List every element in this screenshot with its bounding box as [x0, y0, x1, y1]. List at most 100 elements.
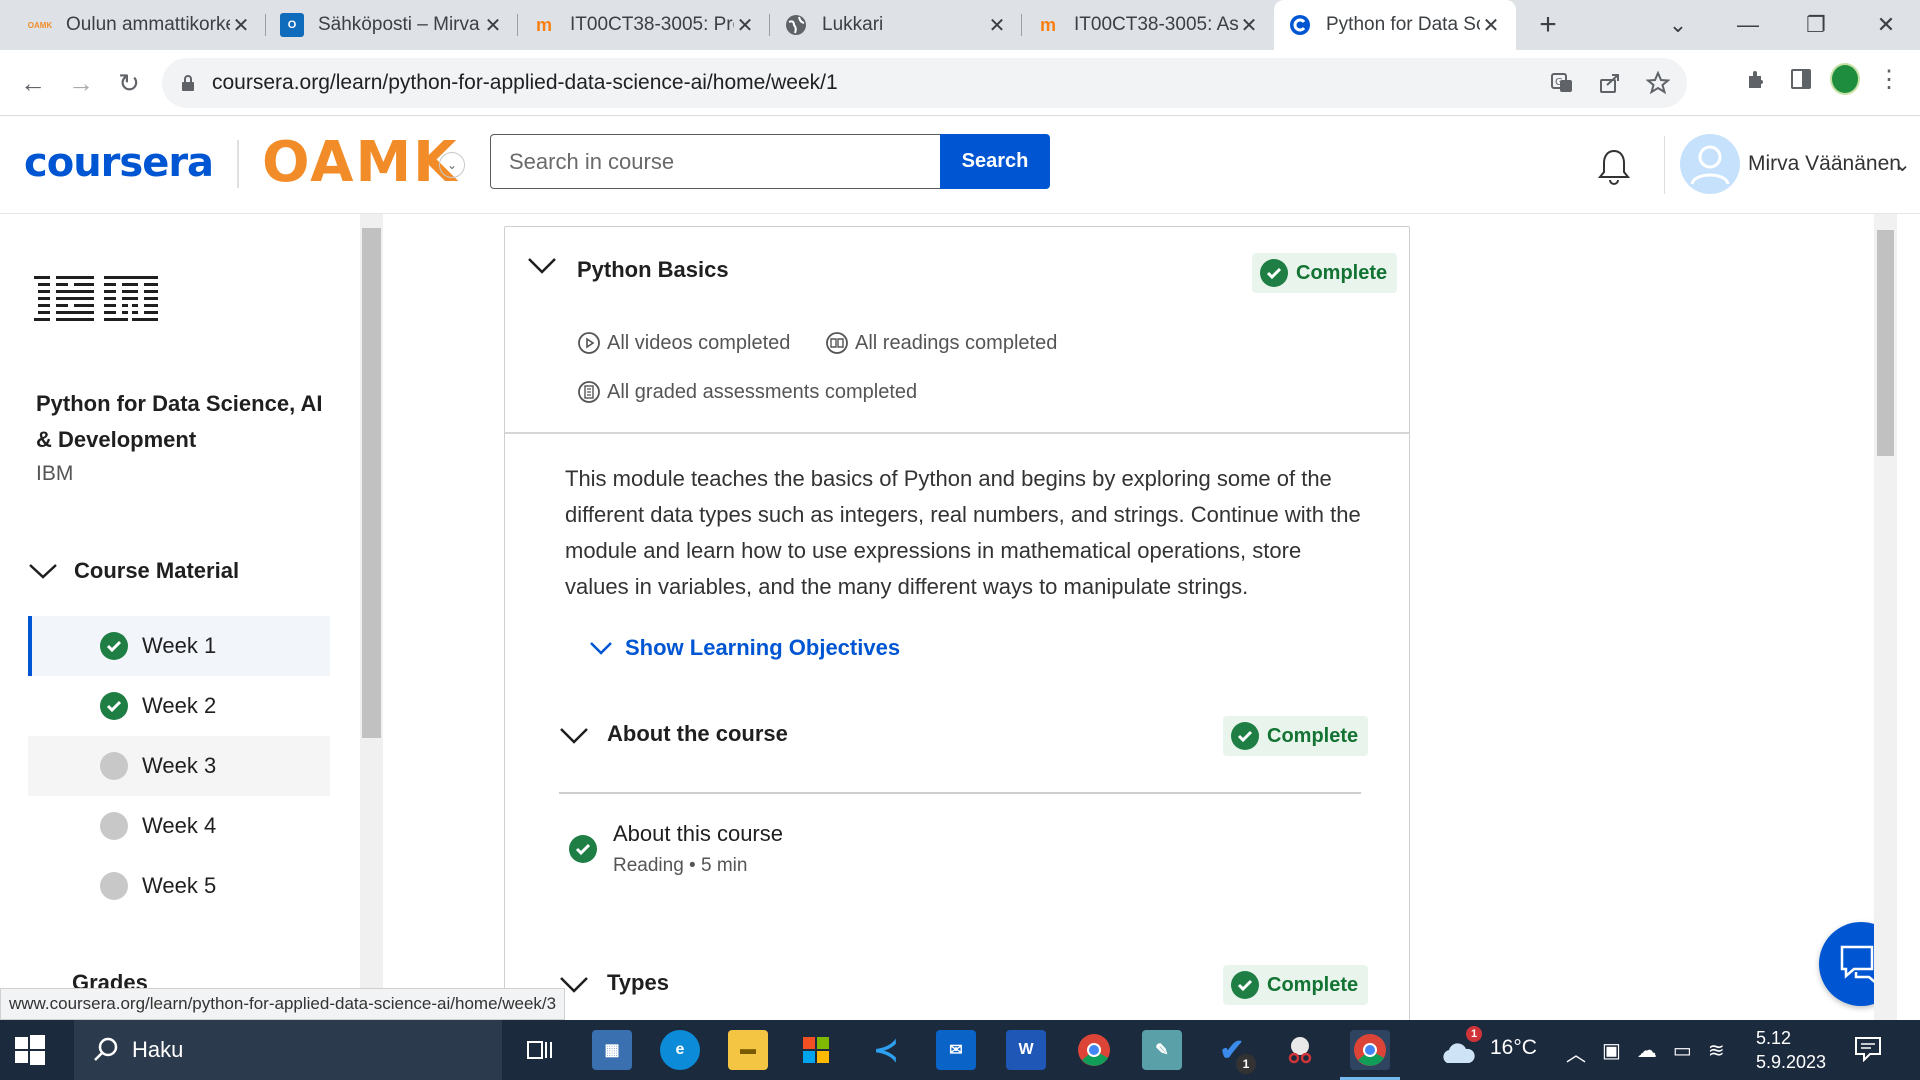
sidebar-scrollbar[interactable]: [360, 214, 383, 1020]
share-icon[interactable]: [1595, 68, 1625, 98]
translate-icon[interactable]: G: [1547, 68, 1577, 98]
course-title[interactable]: Python for Data Science, AI & Developmen…: [36, 386, 326, 458]
windows-start-icon[interactable]: [14, 1034, 46, 1066]
status-label: Complete: [1267, 724, 1359, 747]
battery-icon[interactable]: ▭: [1673, 1038, 1692, 1067]
tab-title: Python for Data Sci: [1326, 14, 1480, 35]
browser-tab[interactable]: m IT00CT38-3005: Ass ✕: [1022, 0, 1274, 50]
temperature-label[interactable]: 16°C: [1490, 1036, 1537, 1060]
notepad-icon[interactable]: ✎: [1142, 1030, 1182, 1070]
tab-title: Lukkari: [822, 14, 884, 35]
chevron-down-icon[interactable]: ⌄: [1894, 152, 1911, 177]
sidebar-item-week-3[interactable]: Week 3: [28, 736, 330, 796]
onedrive-icon[interactable]: ☁: [1637, 1038, 1657, 1067]
chevron-down-icon: [560, 728, 588, 744]
microsoft-store-icon[interactable]: [796, 1030, 836, 1070]
mail-icon[interactable]: ✉: [936, 1030, 976, 1070]
item-title[interactable]: About this course: [613, 821, 783, 847]
section-header-types[interactable]: Types Complete: [559, 960, 1369, 1010]
snipping-tool-icon[interactable]: [1280, 1030, 1320, 1070]
notification-bell-icon[interactable]: [1596, 148, 1632, 186]
sidebar-item-week-5[interactable]: Week 5: [28, 856, 330, 916]
new-tab-icon[interactable]: +: [1530, 8, 1566, 44]
chevron-down-icon[interactable]: [527, 255, 557, 277]
status-badge: Complete: [1252, 253, 1398, 293]
address-bar[interactable]: coursera.org/learn/python-for-applied-da…: [162, 58, 1687, 108]
clock[interactable]: 5.12 5.9.2023: [1756, 1026, 1826, 1074]
oamk-logo[interactable]: OAMK: [262, 130, 459, 195]
close-tab-icon[interactable]: ✕: [1480, 13, 1502, 38]
close-tab-icon[interactable]: ✕: [1238, 13, 1260, 38]
browser-tab[interactable]: O Sähköposti – Mirva ✕: [266, 0, 518, 50]
stat-label: All videos completed: [607, 331, 791, 354]
close-tab-icon[interactable]: ✕: [986, 13, 1008, 38]
close-tab-icon[interactable]: ✕: [230, 13, 252, 38]
weather-icon[interactable]: 1: [1438, 1026, 1482, 1072]
chrome-icon[interactable]: [1074, 1030, 1114, 1070]
taskbar-search[interactable]: Haku: [74, 1020, 502, 1080]
outlook-icon: O: [280, 13, 304, 37]
incomplete-circle-icon: [100, 812, 128, 840]
wifi-icon[interactable]: ≋: [1708, 1038, 1725, 1067]
search-button[interactable]: Search: [940, 134, 1050, 189]
back-icon[interactable]: ←: [14, 64, 52, 102]
bookmark-star-icon[interactable]: [1643, 68, 1673, 98]
vscode-icon[interactable]: ≺: [866, 1030, 906, 1070]
close-tab-icon[interactable]: ✕: [734, 13, 756, 38]
close-window-icon[interactable]: ✕: [1866, 8, 1906, 42]
scrollbar-thumb[interactable]: [1877, 230, 1894, 456]
minimize-icon[interactable]: —: [1728, 8, 1768, 42]
module-header: Python Basics Complete All videos comple…: [505, 227, 1409, 434]
side-panel-icon[interactable]: [1786, 64, 1816, 94]
coursera-logo[interactable]: coursera: [24, 140, 214, 186]
chrome-active-icon[interactable]: [1340, 1030, 1400, 1080]
browser-tab[interactable]: m IT00CT38-3005: Pro ✕: [518, 0, 770, 50]
readings-status: All readings completed: [825, 331, 1057, 355]
todo-icon[interactable]: ✔ 1: [1212, 1030, 1256, 1074]
tab-search-icon[interactable]: ⌄: [1658, 8, 1698, 42]
section-header-about[interactable]: About the course Complete: [559, 711, 1369, 761]
edge-icon[interactable]: e: [660, 1030, 700, 1070]
chevron-up-icon[interactable]: ︿: [1566, 1038, 1586, 1067]
browser-tab[interactable]: OAMK Oulun ammattikorkeakoulu ✕: [14, 0, 266, 50]
system-tray: ︿ ▣ ☁ ▭ ≋: [1566, 1038, 1725, 1067]
sidebar-item-week-1[interactable]: Week 1: [28, 616, 330, 676]
forward-icon[interactable]: →: [62, 64, 100, 102]
close-tab-icon[interactable]: ✕: [482, 13, 504, 38]
file-explorer-icon[interactable]: ▬: [728, 1030, 768, 1070]
todo-badge: 1: [1236, 1054, 1256, 1074]
chevron-down-icon[interactable]: ⌄: [439, 152, 465, 178]
sidebar-item-week-2[interactable]: Week 2: [28, 676, 330, 736]
notification-center-icon[interactable]: [1854, 1036, 1882, 1062]
reading-book-icon: [826, 332, 848, 354]
moodle-icon: m: [1039, 14, 1056, 35]
user-avatar[interactable]: [1680, 134, 1740, 194]
course-material-toggle[interactable]: Course Material: [28, 558, 239, 584]
course-material-label: Course Material: [74, 558, 240, 583]
task-view-icon[interactable]: [520, 1030, 560, 1070]
item-type: Reading: [613, 855, 684, 876]
search-input[interactable]: Search in course: [490, 134, 940, 189]
check-circle-icon: [569, 835, 597, 863]
restore-icon[interactable]: ❐: [1796, 8, 1836, 42]
word-icon[interactable]: W: [1006, 1030, 1046, 1070]
lock-icon: [182, 75, 194, 91]
browser-tab-active[interactable]: Python for Data Sci ✕: [1274, 0, 1516, 50]
stat-label: All graded assessments completed: [607, 380, 918, 403]
tab-title: Oulun ammattikorkeakoulu: [66, 14, 230, 35]
reload-icon[interactable]: ↻: [110, 64, 148, 102]
main-scrollbar[interactable]: [1874, 214, 1897, 1020]
user-name[interactable]: Mirva Väänänen: [1748, 152, 1901, 176]
tab-title: IT00CT38-3005: Pro: [570, 14, 734, 35]
profile-avatar-icon[interactable]: [1830, 63, 1860, 95]
browser-tab[interactable]: Lukkari ✕: [770, 0, 1022, 50]
scrollbar-thumb[interactable]: [362, 228, 381, 738]
calculator-icon[interactable]: ▦: [592, 1030, 632, 1070]
meet-now-icon[interactable]: ▣: [1602, 1038, 1621, 1067]
show-learning-objectives-link[interactable]: Show Learning Objectives: [589, 635, 900, 661]
windows-taskbar: Haku ▦ e ▬ ≺ ✉ W ✎ ✔ 1 1 16°C ︿ ▣ ☁ ▭ ≋ 5…: [0, 1020, 1920, 1080]
browser-menu-icon[interactable]: ⋮: [1874, 64, 1904, 94]
extensions-icon[interactable]: [1742, 64, 1772, 94]
main-content: Python Basics Complete All videos comple…: [383, 214, 1897, 1020]
sidebar-item-week-4[interactable]: Week 4: [28, 796, 330, 856]
